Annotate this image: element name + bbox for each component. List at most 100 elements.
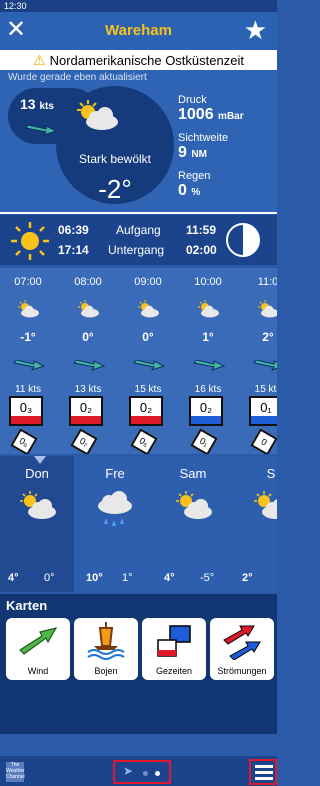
moonset-time: 02:00: [186, 243, 217, 257]
tide-indicator: 0₂: [69, 396, 103, 426]
buoys-map-card[interactable]: Bojen: [74, 618, 138, 680]
hour-wind-speed: 15 kts: [134, 384, 162, 395]
daily-forecast[interactable]: Don 4° 0° Fre 10° 1° Sam 4° -5° S 2°: [0, 456, 277, 592]
day-high: 4°: [164, 572, 175, 584]
partly-cloudy-icon: [76, 300, 100, 323]
current-indicator: 0₅: [130, 428, 158, 454]
pressure-value: 1006 mBar: [178, 106, 244, 123]
pressure-label: Druck: [178, 94, 207, 106]
wind-direction-icon: [25, 124, 58, 136]
current-conditions: Wurde gerade eben aktualisiert 13 kts St…: [0, 70, 277, 212]
moon-phase-icon: [226, 223, 260, 257]
partly-cloudy-icon: [256, 300, 277, 323]
condition-text: Stark bewölkt: [78, 152, 152, 166]
partly-cloudy-icon: [196, 300, 220, 323]
wind-speed: 13 kts: [20, 96, 54, 112]
wind-map-card[interactable]: Wind: [6, 618, 70, 680]
tide-indicator: 0₁: [249, 396, 277, 426]
day-column[interactable]: Sam 4° -5°: [156, 456, 230, 592]
maps-heading: Karten: [6, 598, 48, 613]
page-dot-active[interactable]: [155, 771, 160, 776]
day-low: 1°: [122, 572, 133, 584]
current-temperature: -2°: [98, 174, 132, 204]
pressure-block: Druck 1006 mBar: [178, 94, 244, 124]
currents-card-label: Strömungen: [217, 666, 267, 676]
day-low: 0°: [44, 572, 55, 584]
partly-cloudy-icon: [250, 490, 277, 525]
hour-time: 09:00: [134, 276, 162, 288]
wind-map-icon: [19, 627, 58, 655]
visibility-label: Sichtweite: [178, 132, 229, 144]
hour-time: 07:00: [14, 276, 42, 288]
moonrise-time: 11:59: [186, 223, 217, 237]
buoys-card-label: Bojen: [94, 666, 118, 676]
location-title: Wareham: [105, 22, 172, 39]
day-name: Sam: [179, 466, 207, 481]
visibility-value: 9 NM: [178, 144, 207, 161]
sun-icon: [11, 222, 49, 260]
day-high: 4°: [8, 572, 19, 584]
partly-cloudy-icon: [16, 300, 40, 323]
hour-temp: 0°: [142, 330, 154, 344]
rain-label: Regen: [178, 170, 211, 182]
day-high: 2°: [242, 572, 253, 584]
header: ✕ Wareham ★: [0, 12, 277, 50]
hour-temp: 0°: [82, 330, 94, 344]
hour-wind-speed: 15 kts: [254, 384, 277, 395]
timezone-banner: ⚠ Nordamerikanische Ostküstenzeit: [0, 50, 277, 70]
hour-time: 08:00: [74, 276, 102, 288]
hour-temp: 2°: [262, 330, 274, 344]
page-dot[interactable]: [143, 771, 148, 776]
tide-indicator: 0₃: [9, 396, 43, 426]
tides-map-card[interactable]: Gezeiten: [142, 618, 206, 680]
bottom-bar: The Weather Channel ➤: [0, 756, 277, 786]
visibility-block: Sichtweite 9 NM: [178, 132, 228, 162]
menu-icon[interactable]: [249, 759, 277, 785]
hour-wind-speed: 11 kts: [15, 384, 41, 395]
tide-indicator: 0₂: [129, 396, 163, 426]
tide-indicator: 0₂: [189, 396, 223, 426]
partly-cloudy-icon: [77, 100, 118, 130]
set-label: Untergang: [108, 243, 165, 257]
day-high: 10°: [86, 572, 103, 584]
hour-time: 10:00: [194, 276, 222, 288]
hour-temp: 1°: [202, 330, 214, 344]
hourly-forecast[interactable]: 07:00 -1° 11 kts 0₃ 0₉ 08:00 0° 13 kts 0₂ 0₇ 09:00…: [0, 268, 277, 454]
current-indicator: 0₁: [190, 428, 218, 454]
selected-day-marker: [34, 456, 46, 464]
star-icon[interactable]: ★: [244, 17, 267, 43]
current-indicator: 0₇: [70, 428, 98, 454]
page-indicator[interactable]: ➤: [113, 760, 171, 784]
day-column[interactable]: Fre 10° 1°: [78, 456, 152, 592]
wind-direction-icon: [12, 358, 46, 376]
divider: [0, 212, 277, 214]
day-low: -5°: [200, 572, 215, 584]
current-indicator: 0: [250, 428, 277, 454]
rain-value: 0 %: [178, 182, 201, 199]
tides-icon: [157, 625, 191, 657]
status-bar: 12:30: [0, 0, 277, 12]
currents-map-card[interactable]: Strömungen: [210, 618, 274, 680]
wind-direction-icon: [252, 358, 277, 376]
day-column[interactable]: S 2°: [234, 456, 277, 592]
hour-wind-speed: 16 kts: [194, 384, 222, 395]
hour-wind-speed: 13 kts: [74, 384, 102, 395]
day-column-selected[interactable]: Don 4° 0°: [0, 456, 74, 592]
wind-direction-icon: [192, 358, 226, 376]
wind-direction-icon: [72, 358, 106, 376]
currents-icon: [223, 625, 261, 660]
timezone-text: Nordamerikanische Ostküstenzeit: [49, 53, 244, 68]
rain-block: Regen 0 %: [178, 170, 210, 200]
partly-cloudy-icon: [16, 490, 58, 525]
day-name: Fre: [105, 466, 125, 481]
rain-icon: [94, 490, 136, 535]
partly-cloudy-icon: [172, 490, 214, 525]
sun-moon-panel: 06:39 17:14 Aufgang Untergang 11:59 02:0…: [0, 215, 277, 265]
status-time: 12:30: [4, 1, 27, 11]
warning-icon: ⚠: [33, 52, 46, 68]
tides-card-label: Gezeiten: [155, 666, 193, 676]
sunrise-time: 06:39: [58, 223, 89, 237]
hour-temp: -1°: [20, 330, 36, 344]
sunset-time: 17:14: [58, 243, 89, 257]
day-name: S: [266, 466, 276, 481]
